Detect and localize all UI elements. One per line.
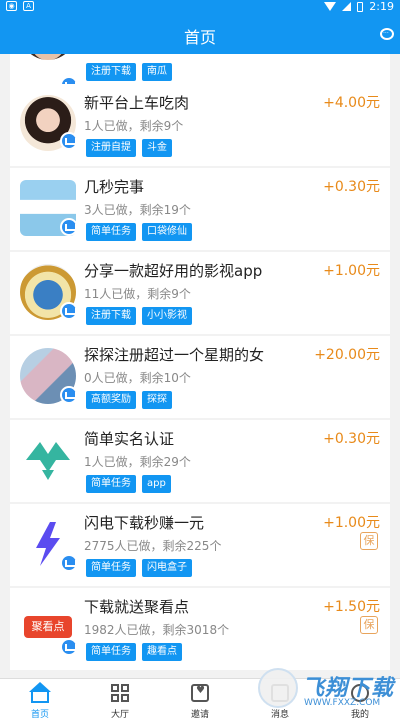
guarantee-badge: 保 — [360, 532, 378, 550]
task-card[interactable]: 分享一款超好用的影视app 11人已做，剩余9个 +1.00元 注册下载 小小影… — [10, 252, 390, 334]
watermark-subtext: WWW.FXXZ.COM — [304, 698, 381, 708]
task-title: 几秒完事 — [84, 178, 145, 196]
task-card[interactable]: 探探注册超过一个星期的女 0人已做，剩余10个 +20.00元 高额奖励 探探 — [10, 336, 390, 418]
task-tag: 趣看点 — [142, 643, 182, 661]
task-reward: +1.00元 — [323, 515, 380, 531]
crown-badge-icon — [60, 218, 78, 236]
task-reward: +0.30元 — [323, 179, 380, 195]
chat-icon[interactable]: ··· — [380, 28, 394, 40]
task-card[interactable]: 闪电下载秒赚一元 2775人已做，剩余225个 +1.00元 保 简单任务 闪电… — [10, 504, 390, 586]
task-meta: 0人已做，剩余10个 — [84, 371, 191, 385]
grid-icon — [111, 684, 129, 702]
task-meta: 11人已做，剩余9个 — [84, 287, 191, 301]
tab-label: 邀请 — [190, 710, 209, 718]
task-title: 简单实名认证 — [84, 430, 175, 448]
task-tag: 注册下载 — [86, 63, 136, 81]
app-bar: 首页 ··· — [0, 14, 400, 54]
task-tag: 口袋修仙 — [142, 223, 192, 241]
page-title: 首页 — [183, 28, 216, 47]
tab-label: 大厅 — [110, 710, 129, 718]
app-logo-icon — [20, 432, 76, 488]
task-reward: +1.00元 — [323, 263, 380, 279]
task-title: 闪电下载秒赚一元 — [84, 514, 205, 532]
task-reward: +1.50元 — [323, 599, 380, 615]
task-thumbnail — [20, 54, 76, 60]
tab-home[interactable]: 首页 — [0, 679, 80, 718]
task-reward: +4.00元 — [323, 95, 380, 111]
task-tag: 高额奖励 — [86, 391, 136, 409]
task-title: 新平台上车吃肉 — [84, 94, 190, 112]
home-icon — [29, 682, 51, 703]
invite-icon — [191, 684, 209, 702]
task-reward: +0.30元 — [323, 431, 380, 447]
guarantee-badge: 保 — [360, 616, 378, 634]
task-title: 分享一款超好用的影视app — [84, 262, 263, 280]
task-meta: 1人已做，剩余9个 — [84, 119, 184, 133]
task-card[interactable]: 注册下载 南瓜 — [10, 54, 390, 94]
task-list[interactable]: 注册下载 南瓜 新平台上车吃肉 1人已做，剩余9个 +4.00元 注册自提 斗金… — [10, 54, 390, 678]
battery-icon — [357, 1, 364, 12]
task-meta: 1人已做，剩余29个 — [84, 455, 191, 469]
task-tag: 简单任务 — [86, 223, 136, 241]
tab-label: 首页 — [30, 710, 49, 718]
tab-invite[interactable]: 邀请 — [160, 679, 240, 718]
signal-icon — [342, 2, 352, 11]
task-tag: 注册下载 — [86, 307, 136, 325]
task-tag: 简单任务 — [86, 475, 136, 493]
task-card[interactable]: 聚看点 下载就送聚看点 1982人已做，剩余3018个 +1.50元 保 简单任… — [10, 588, 390, 670]
task-card[interactable]: 简单实名认证 1人已做，剩余29个 +0.30元 简单任务 app — [10, 420, 390, 502]
task-tag: 简单任务 — [86, 643, 136, 661]
wifi-icon — [324, 2, 337, 11]
task-card[interactable]: 新平台上车吃肉 1人已做，剩余9个 +4.00元 注册自提 斗金 — [10, 84, 390, 166]
task-card[interactable]: 几秒完事 3人已做，剩余19个 +0.30元 简单任务 口袋修仙 — [10, 168, 390, 250]
watermark: 飞翔下载 WWW.FXXZ.COM — [258, 666, 400, 718]
task-tag: 注册自提 — [86, 139, 136, 157]
crown-badge-icon — [60, 302, 78, 320]
task-tag: app — [142, 475, 171, 493]
task-meta: 3人已做，剩余19个 — [84, 203, 191, 217]
a-icon: A — [23, 1, 34, 11]
status-time: 2:19 — [369, 0, 394, 13]
task-tag: 简单任务 — [86, 559, 136, 577]
task-tag: 小小影视 — [142, 307, 192, 325]
task-tag: 探探 — [142, 391, 172, 409]
task-meta: 2775人已做，剩余225个 — [84, 539, 222, 553]
crown-badge-icon — [60, 132, 78, 150]
task-reward: +20.00元 — [314, 347, 380, 363]
task-meta: 1982人已做，剩余3018个 — [84, 623, 230, 637]
game-icon: ◉ — [6, 1, 17, 11]
crown-badge-icon — [60, 386, 78, 404]
task-tag: 斗金 — [142, 139, 172, 157]
task-tag: 南瓜 — [142, 63, 172, 81]
crown-badge-icon — [60, 554, 78, 572]
logo-text: 聚看点 — [24, 616, 72, 638]
tab-hall[interactable]: 大厅 — [80, 679, 160, 718]
task-title: 探探注册超过一个星期的女 — [84, 346, 265, 364]
status-bar: ◉ A 2:19 — [0, 0, 400, 14]
crown-badge-icon — [60, 638, 78, 656]
task-tag: 闪电盒子 — [142, 559, 192, 577]
task-title: 下载就送聚看点 — [84, 598, 190, 616]
watermark-logo-icon — [258, 668, 298, 708]
